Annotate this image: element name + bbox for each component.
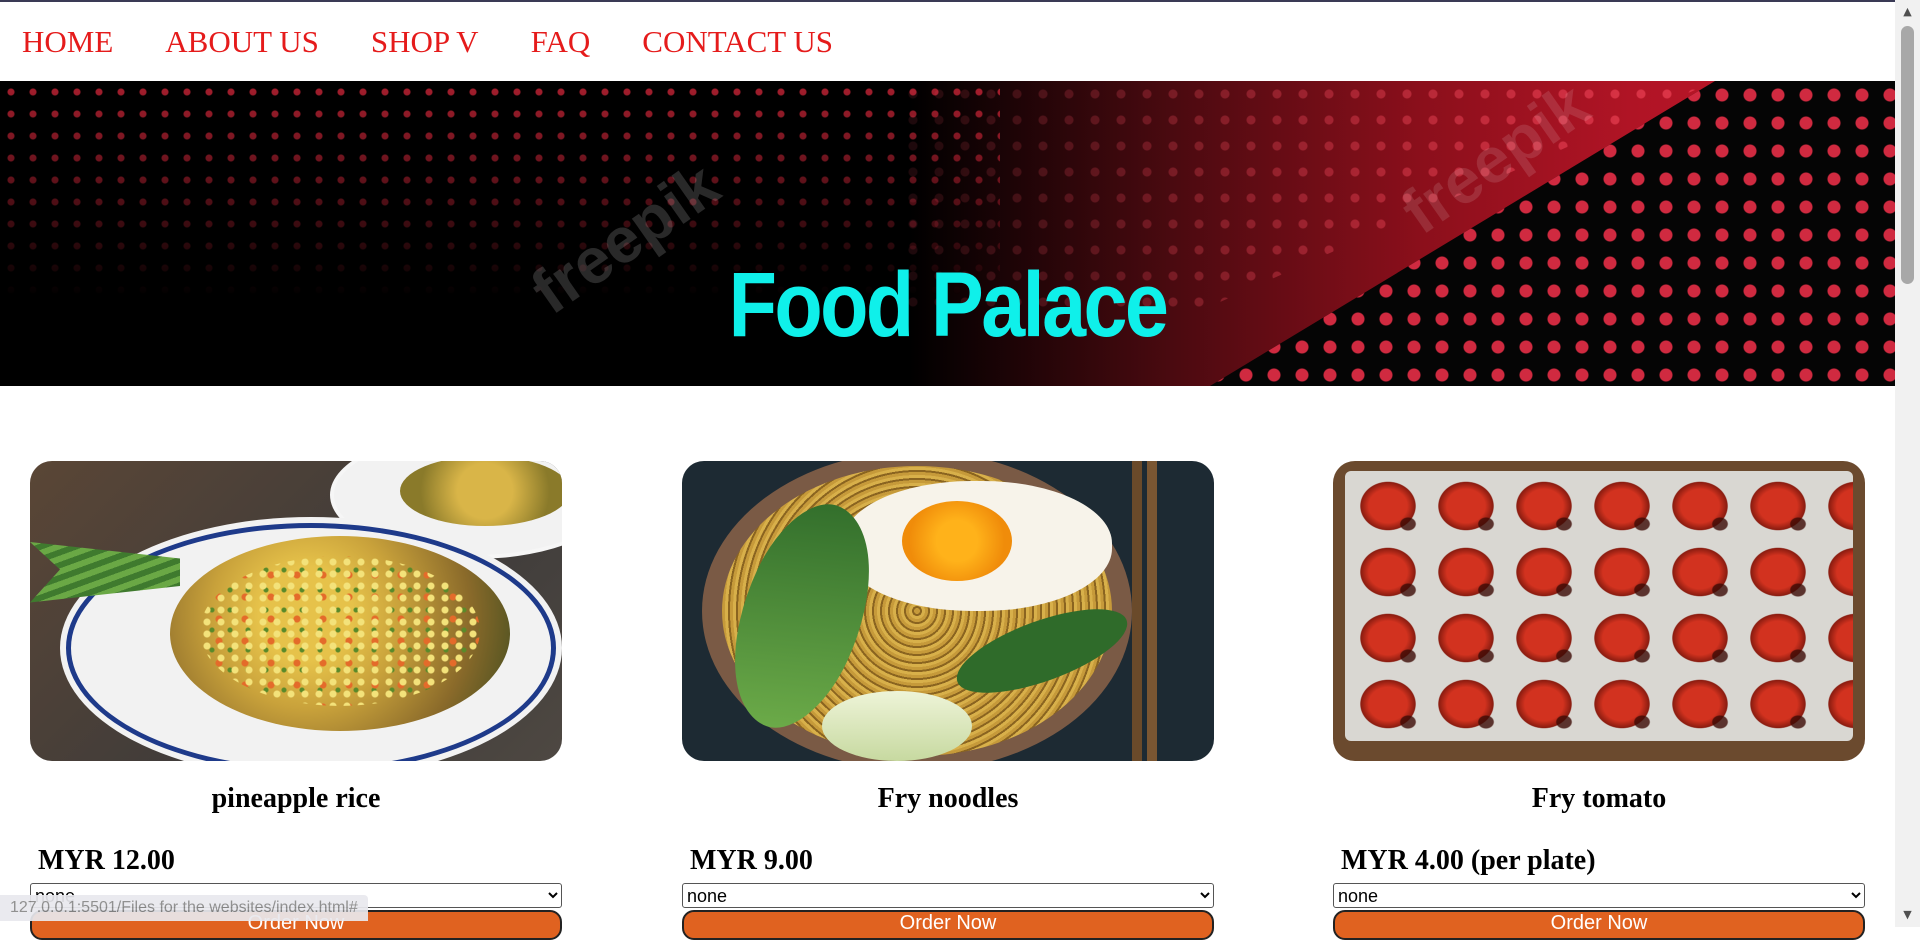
hero-banner: freepik freepik Food Palace [0,81,1895,386]
banner-title: Food Palace [728,254,1169,356]
quantity-select[interactable]: none [682,883,1214,908]
quantity-select[interactable]: none [1333,883,1865,908]
nav-faq-link[interactable]: FAQ [531,24,591,60]
link-status-bar: 127.0.0.1:5501/Files for the websites/in… [0,895,368,921]
product-price: MYR 9.00 [690,845,813,876]
product-name: Fry noodles [877,783,1019,814]
product-price: MYR 4.00 (per plate) [1341,845,1596,876]
product-name: pineapple rice [211,783,381,814]
order-now-button[interactable]: Order Now [1333,910,1865,940]
scroll-down-arrow-icon[interactable]: ▼ [1895,905,1920,925]
nav-home-link[interactable]: HOME [22,24,113,60]
product-name: Fry tomato [1531,783,1667,814]
product-card-fry-noodles: Fry noodles MYR 9.00 none Order Now [682,461,1214,940]
main-nav: HOME ABOUT US SHOP V FAQ CONTACT US [0,2,1895,82]
order-now-button[interactable]: Order Now [682,910,1214,940]
product-image-fry-tomato [1333,461,1865,761]
scroll-up-arrow-icon[interactable]: ▲ [1895,2,1920,22]
vertical-scrollbar[interactable]: ▲ ▼ [1895,0,1920,927]
product-image-fry-noodles [682,461,1214,761]
nav-about-link[interactable]: ABOUT US [165,24,319,60]
scrollbar-thumb[interactable] [1901,26,1914,284]
product-card-fry-tomato: Fry tomato MYR 4.00 (per plate) none Ord… [1333,461,1865,940]
nav-shop-link[interactable]: SHOP V [371,24,479,60]
nav-contact-link[interactable]: CONTACT US [642,24,833,60]
product-price: MYR 12.00 [38,845,175,876]
product-card-pineapple-rice: pineapple rice MYR 12.00 none Order Now [30,461,562,940]
product-image-pineapple-rice [30,461,562,761]
